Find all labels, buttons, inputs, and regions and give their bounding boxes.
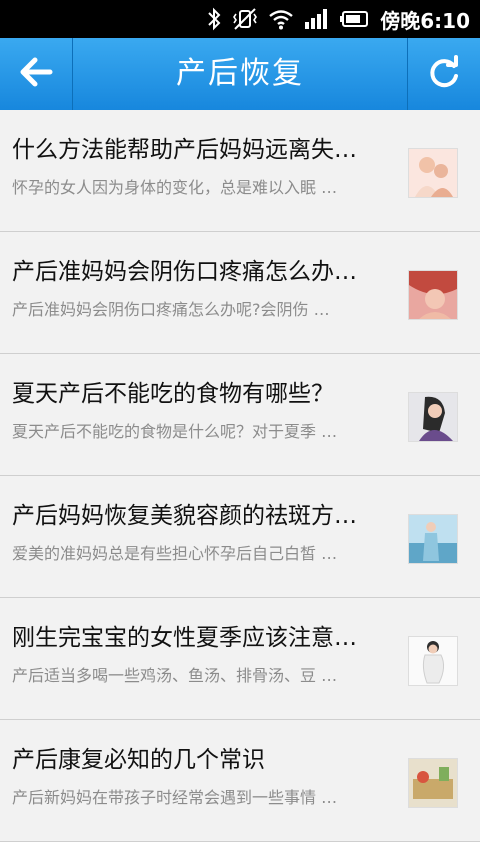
article-summary: 产后适当多喝一些鸡汤、鱼汤、排骨汤、豆 … <box>12 666 338 685</box>
list-item[interactable]: 什么方法能帮助产后妈妈远离失… 怀孕的女人因为身体的变化，总是难以入眠 … <box>0 110 480 232</box>
article-summary: 产后准妈妈会阴伤口疼痛怎么办呢?会阴伤 … <box>12 300 330 319</box>
article-list: 什么方法能帮助产后妈妈远离失… 怀孕的女人因为身体的变化，总是难以入眠 … 产后… <box>0 110 480 842</box>
article-thumbnail <box>408 148 458 198</box>
article-title: 夏天产后不能吃的食物有哪些？ <box>12 381 334 407</box>
article-title: 产后准妈妈会阴伤口疼痛怎么办… <box>12 259 357 285</box>
article-thumbnail <box>408 514 458 564</box>
article-thumbnail <box>408 270 458 320</box>
article-title: 产后妈妈恢复美貌容颜的祛斑方… <box>12 503 357 529</box>
status-time: 傍晚6:10 <box>380 8 470 33</box>
article-title: 什么方法能帮助产后妈妈远离失… <box>12 137 357 163</box>
article-thumbnail <box>408 758 458 808</box>
list-item[interactable]: 产后康复必知的几个常识 产后新妈妈在带孩子时经常会遇到一些事情 … <box>0 720 480 842</box>
back-button[interactable] <box>0 38 73 110</box>
article-thumbnail <box>408 636 458 686</box>
article-title: 产后康复必知的几个常识 <box>12 747 265 773</box>
list-item[interactable]: 夏天产后不能吃的食物有哪些？ 夏天产后不能吃的食物是什么呢？对于夏季 … <box>0 354 480 476</box>
signal-icon <box>304 7 330 31</box>
article-thumbnail <box>408 392 458 442</box>
article-title: 刚生完宝宝的女性夏季应该注意… <box>12 625 357 651</box>
refresh-icon <box>424 52 464 96</box>
list-item[interactable]: 刚生完宝宝的女性夏季应该注意… 产后适当多喝一些鸡汤、鱼汤、排骨汤、豆 … <box>0 598 480 720</box>
vibrate-mute-icon <box>232 7 258 31</box>
battery-icon <box>340 7 370 31</box>
back-arrow-icon <box>16 52 56 96</box>
article-summary: 产后新妈妈在带孩子时经常会遇到一些事情 … <box>12 788 338 807</box>
article-summary: 怀孕的女人因为身体的变化，总是难以入眠 … <box>12 178 338 197</box>
list-item[interactable]: 产后准妈妈会阴伤口疼痛怎么办… 产后准妈妈会阴伤口疼痛怎么办呢?会阴伤 … <box>0 232 480 354</box>
list-item[interactable]: 产后妈妈恢复美貌容颜的祛斑方… 爱美的准妈妈总是有些担心怀孕后自己白皙 … <box>0 476 480 598</box>
article-summary: 夏天产后不能吃的食物是什么呢？对于夏季 … <box>12 422 338 441</box>
page-title: 产后恢复 <box>176 56 304 91</box>
article-summary: 爱美的准妈妈总是有些担心怀孕后自己白皙 … <box>12 544 338 563</box>
refresh-button[interactable] <box>407 38 480 110</box>
status-bar: 傍晚6:10 <box>0 0 480 38</box>
bluetooth-icon <box>206 7 222 31</box>
wifi-icon <box>268 7 294 31</box>
title-bar: 产后恢复 <box>0 38 480 110</box>
